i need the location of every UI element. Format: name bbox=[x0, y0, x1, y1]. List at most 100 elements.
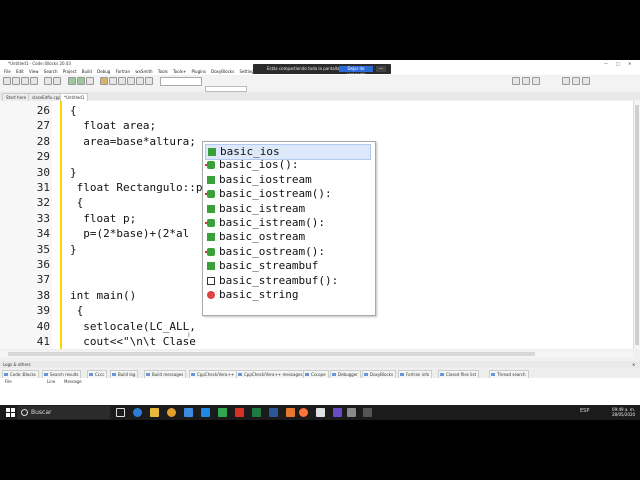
app-white-icon[interactable] bbox=[316, 408, 325, 417]
file-explorer-icon[interactable] bbox=[150, 408, 159, 417]
editor-horizontal-scrollbar[interactable] bbox=[0, 351, 633, 357]
save-icon[interactable] bbox=[21, 77, 29, 85]
toolbar-next-icon[interactable] bbox=[582, 77, 590, 85]
save-all-icon[interactable] bbox=[30, 77, 38, 85]
minimize-window-button[interactable]: — bbox=[604, 61, 608, 66]
stop-sharing-button[interactable]: Dejar de compartir bbox=[339, 66, 373, 77]
logs-tabs: Code::Blocks Search results Cccc Build log B… bbox=[0, 369, 640, 379]
codeblocks-window: *Untitled1 - Code::Blocks 20.03 — □ ✕ Fi… bbox=[0, 60, 640, 419]
clock[interactable]: 09:49 a. m. 28/05/2020 bbox=[612, 407, 635, 417]
menu-debug[interactable]: Debug bbox=[97, 68, 110, 75]
autocomplete-popup[interactable]: basic_ios basic_ios(): basic_iostream basic… bbox=[202, 141, 376, 316]
build-messages-table: File Line Message bbox=[0, 378, 640, 406]
menu-view[interactable]: View bbox=[29, 68, 39, 75]
autocomplete-label: basic_streambuf(): bbox=[219, 273, 339, 287]
hide-share-bar-button[interactable]: — bbox=[376, 66, 386, 72]
line-number: 31 bbox=[36, 181, 50, 194]
app-red-icon[interactable] bbox=[235, 408, 244, 417]
step-into-icon[interactable] bbox=[127, 77, 135, 85]
toolbar-prev-icon[interactable] bbox=[572, 77, 580, 85]
next-line-icon[interactable] bbox=[118, 77, 126, 85]
firefox-icon[interactable] bbox=[299, 408, 308, 417]
autocomplete-item[interactable]: basic_streambuf bbox=[205, 259, 371, 273]
run-icon[interactable] bbox=[77, 77, 85, 85]
redo-icon[interactable] bbox=[53, 77, 61, 85]
toolbar-bookmark-icon[interactable] bbox=[532, 77, 540, 85]
function-icon bbox=[205, 161, 215, 170]
share-message: Estás compartiendo toda la pantalla. bbox=[267, 66, 341, 71]
codeblocks-taskbar-icon[interactable] bbox=[347, 408, 356, 417]
excel-icon[interactable] bbox=[252, 408, 261, 417]
store-icon[interactable] bbox=[184, 408, 193, 417]
app-dark-icon[interactable] bbox=[363, 408, 372, 417]
clock-date: 28/05/2020 bbox=[612, 412, 636, 417]
menu-file[interactable]: File bbox=[4, 68, 11, 75]
menu-build[interactable]: Build bbox=[82, 68, 92, 75]
app-orange-icon[interactable] bbox=[286, 408, 295, 417]
edge-icon[interactable] bbox=[133, 408, 142, 417]
col-file: File bbox=[5, 379, 12, 384]
taskbar-search[interactable]: Buscar bbox=[17, 406, 110, 419]
toolbar-goto-icon[interactable] bbox=[562, 77, 570, 85]
autocomplete-item[interactable]: basic_iostream bbox=[205, 173, 371, 187]
app-purple-icon[interactable] bbox=[333, 408, 342, 417]
menu-tools-plus[interactable]: Tools+ bbox=[173, 68, 186, 75]
string-icon bbox=[207, 291, 215, 299]
menu-doxyblocks[interactable]: DoxyBlocks bbox=[211, 68, 234, 75]
line-number: 34 bbox=[36, 227, 50, 241]
autocomplete-item[interactable]: basic_streambuf(): bbox=[205, 274, 371, 288]
task-view-icon[interactable] bbox=[116, 408, 125, 417]
autocomplete-item[interactable]: basic_ostream bbox=[205, 230, 371, 244]
menu-wxsmith[interactable]: wxSmith bbox=[135, 68, 152, 75]
autocomplete-item[interactable]: basic_istream bbox=[205, 202, 371, 216]
code-line: { bbox=[70, 196, 84, 210]
app-blue-icon[interactable] bbox=[201, 408, 210, 417]
stop-debug-icon[interactable] bbox=[145, 77, 153, 85]
tray-lang[interactable]: ESP bbox=[580, 408, 589, 414]
function-icon bbox=[205, 219, 215, 227]
chrome-icon[interactable] bbox=[167, 408, 176, 417]
windows-start-icon[interactable] bbox=[6, 408, 15, 417]
menu-project[interactable]: Project bbox=[63, 68, 77, 75]
build-and-run-icon[interactable] bbox=[86, 77, 94, 85]
undo-icon[interactable] bbox=[44, 77, 52, 85]
autocomplete-label: basic_iostream(): bbox=[219, 187, 332, 201]
menu-search[interactable]: Search bbox=[44, 68, 58, 75]
autocomplete-item[interactable]: basic_iostream(): bbox=[205, 187, 371, 201]
run-to-cursor-icon[interactable] bbox=[109, 77, 117, 85]
autocomplete-item[interactable]: basic_istream(): bbox=[205, 216, 371, 230]
secondary-toolbar bbox=[0, 86, 640, 92]
debug-icon[interactable] bbox=[100, 77, 108, 85]
tab-start-here[interactable]: Start here bbox=[2, 93, 31, 101]
tab-untitled1[interactable]: *Untitled1 bbox=[60, 93, 89, 101]
maximize-window-button[interactable]: □ bbox=[616, 61, 620, 66]
menu-edit[interactable]: Edit bbox=[16, 68, 24, 75]
build-icon[interactable] bbox=[68, 77, 76, 85]
editor-tabs: Start here claseEdfix.cpp *Untitled1 bbox=[0, 92, 640, 101]
window-title: *Untitled1 - Code::Blocks 20.03 bbox=[8, 61, 71, 66]
taskbar-search-label: Buscar bbox=[31, 409, 52, 416]
editor-vertical-scrollbar[interactable] bbox=[633, 101, 640, 349]
line-number: 27 bbox=[36, 119, 50, 133]
autocomplete-item[interactable]: basic_string bbox=[205, 288, 371, 302]
step-out-icon[interactable] bbox=[136, 77, 144, 85]
word-icon[interactable] bbox=[269, 408, 278, 417]
taskbar: Buscar ESP 09:49 a. m. 28/05/2020 bbox=[0, 405, 640, 420]
code-line: { bbox=[70, 304, 84, 318]
close-window-button[interactable]: ✕ bbox=[628, 61, 631, 66]
open-file-icon[interactable] bbox=[12, 77, 20, 85]
menu-plugins[interactable]: Plugins bbox=[192, 68, 206, 75]
new-file-icon[interactable] bbox=[3, 77, 11, 85]
app-green-icon[interactable] bbox=[218, 408, 227, 417]
autocomplete-item[interactable]: basic_ios(): bbox=[205, 158, 371, 172]
close-logs-icon[interactable]: ✕ bbox=[632, 362, 635, 367]
menu-fortran[interactable]: Fortran bbox=[116, 68, 130, 75]
toolbar-search-icon[interactable] bbox=[512, 77, 520, 85]
autocomplete-label: basic_ostream bbox=[219, 230, 306, 244]
build-target-select[interactable] bbox=[160, 77, 202, 86]
menu-tools[interactable]: Tools bbox=[158, 68, 168, 75]
toolbar-replace-icon[interactable] bbox=[522, 77, 530, 85]
code-line: p=(2*base)+(2*al bbox=[70, 227, 190, 241]
autocomplete-label: basic_iostream bbox=[219, 172, 312, 186]
autocomplete-item[interactable]: basic_ostream(): bbox=[205, 245, 371, 259]
